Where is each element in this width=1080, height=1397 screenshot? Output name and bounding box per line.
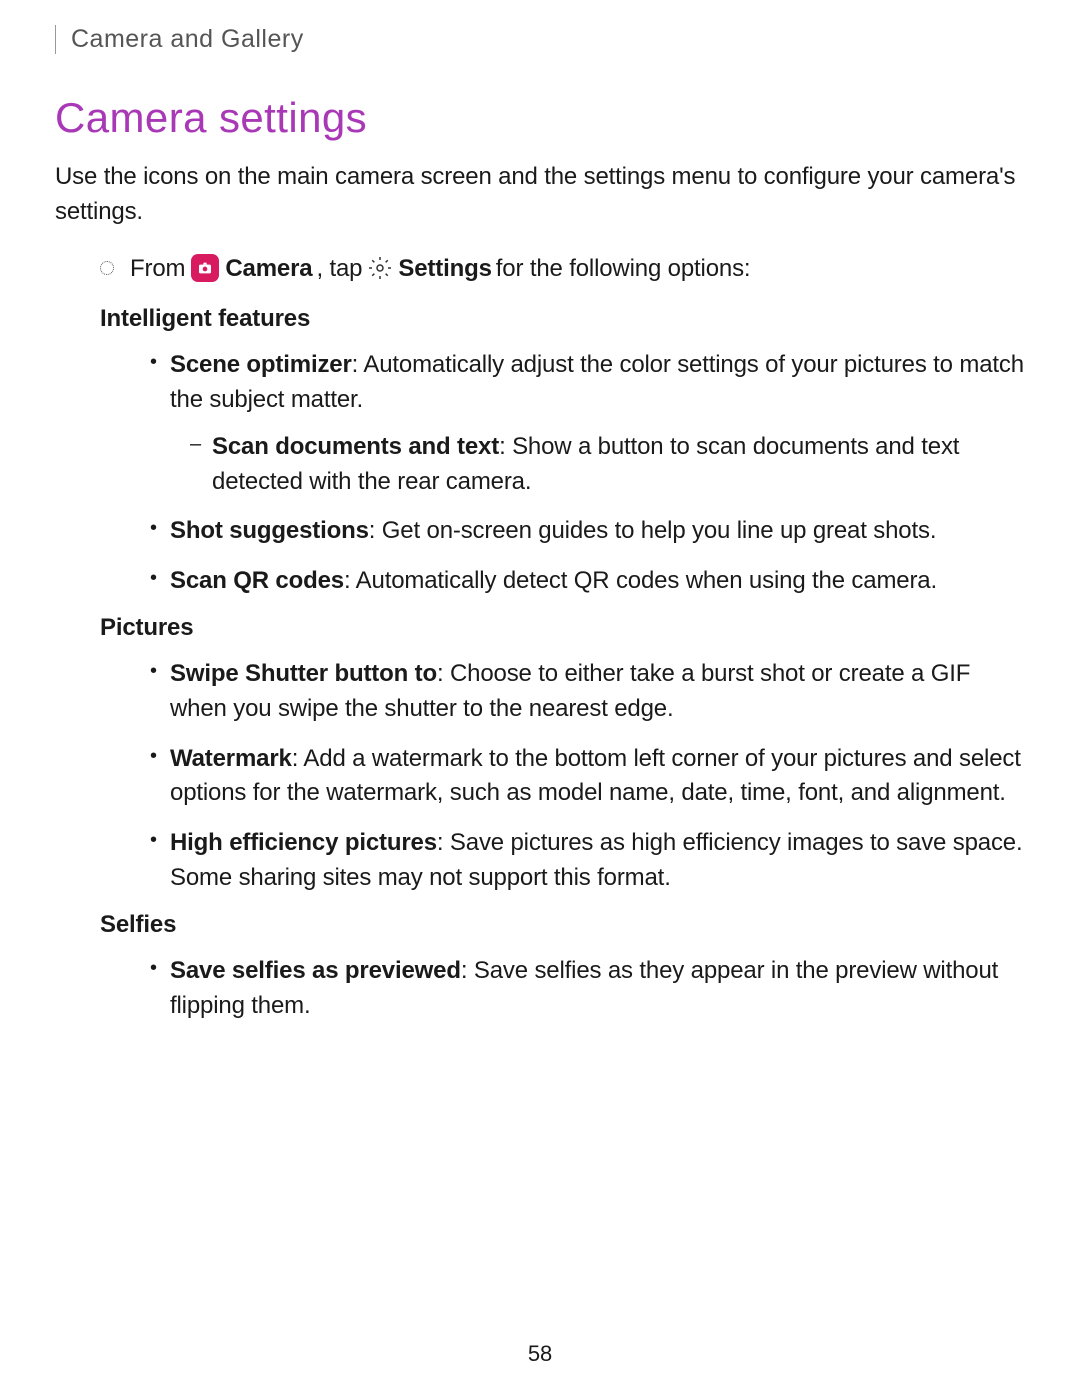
list-item: Watermark: Add a watermark to the bottom…: [150, 742, 1025, 812]
section-title-selfies: Selfies: [100, 911, 1025, 939]
instruction-rest: for the following options:: [496, 252, 751, 286]
item-text: : Add a watermark to the bottom left cor…: [170, 745, 1021, 807]
gear-icon: [368, 256, 392, 280]
list-item: Shot suggestions: Get on-screen guides t…: [150, 514, 1025, 549]
list-intelligent: Scene optimizer: Automatically adjust th…: [150, 348, 1025, 599]
list-item: Scan documents and text: Show a button t…: [190, 430, 1025, 500]
section-title-intelligent: Intelligent features: [100, 305, 1025, 333]
instruction-from: From: [130, 252, 185, 286]
item-bold: Scene optimizer: [170, 351, 352, 378]
settings-label: Settings: [398, 252, 491, 286]
list-item: Scan QR codes: Automatically detect QR c…: [150, 564, 1025, 599]
item-bold: Shot suggestions: [170, 517, 369, 544]
circle-bullet-icon: [100, 261, 114, 275]
list-selfies: Save selfies as previewed: Save selfies …: [150, 954, 1025, 1024]
camera-icon: [191, 254, 219, 282]
camera-label: Camera: [225, 252, 312, 286]
item-text: : Automatically detect QR codes when usi…: [344, 567, 937, 594]
list-item: Swipe Shutter button to: Choose to eithe…: [150, 657, 1025, 727]
instruction-tap: , tap: [316, 252, 362, 286]
list-item: High efficiency pictures: Save pictures …: [150, 826, 1025, 896]
item-bold: High efficiency pictures: [170, 829, 437, 856]
page-title: Camera settings: [55, 94, 1025, 142]
page-number: 58: [528, 1341, 552, 1367]
list-item: Scene optimizer: Automatically adjust th…: [150, 348, 1025, 499]
list-pictures: Swipe Shutter button to: Choose to eithe…: [150, 657, 1025, 896]
breadcrumb: Camera and Gallery: [71, 25, 1025, 54]
intro-text: Use the icons on the main camera screen …: [55, 160, 1025, 230]
header-section: Camera and Gallery: [55, 25, 1025, 54]
list-item: Save selfies as previewed: Save selfies …: [150, 954, 1025, 1024]
instruction-line: From Camera , tap Settings for the follo…: [100, 252, 1025, 286]
item-bold: Swipe Shutter button to: [170, 660, 437, 687]
item-bold: Scan documents and text: [212, 433, 499, 460]
item-text: : Get on-screen guides to help you line …: [369, 517, 937, 544]
sub-list: Scan documents and text: Show a button t…: [190, 430, 1025, 500]
item-bold: Scan QR codes: [170, 567, 344, 594]
section-title-pictures: Pictures: [100, 614, 1025, 642]
item-bold: Save selfies as previewed: [170, 957, 461, 984]
item-bold: Watermark: [170, 745, 292, 772]
